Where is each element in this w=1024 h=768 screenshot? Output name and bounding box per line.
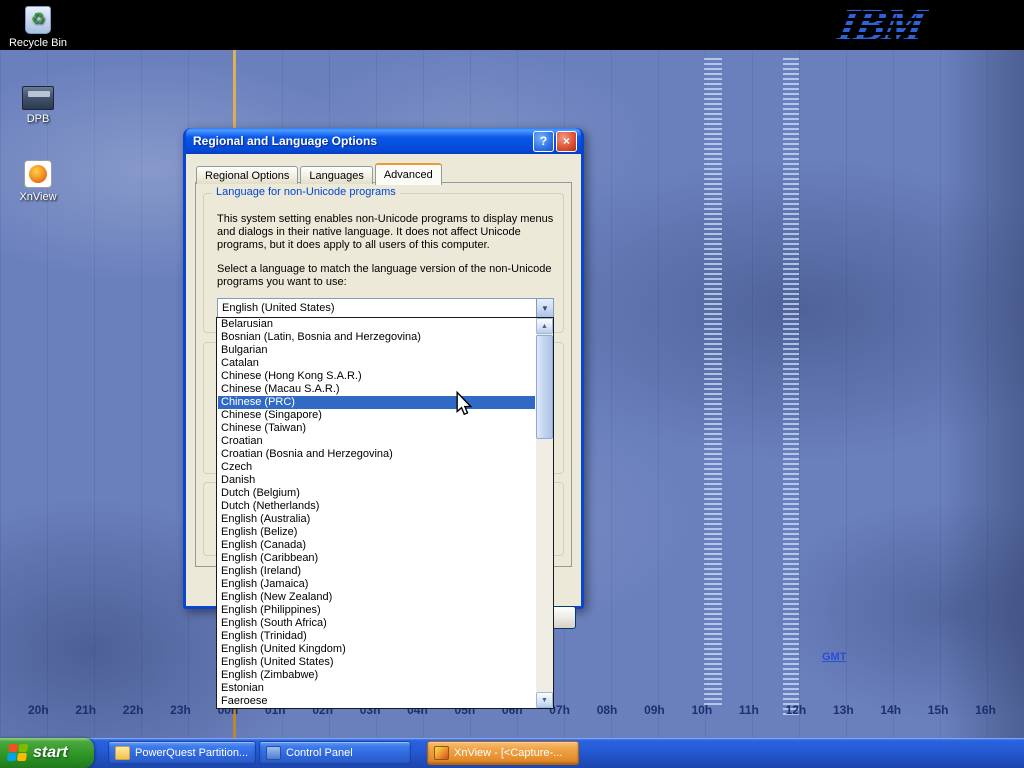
language-option[interactable]: Chinese (Hong Kong S.A.R.) (218, 370, 535, 383)
timezone-hatch-band (783, 58, 799, 718)
select-language-text: Select a language to match the language … (217, 263, 552, 289)
language-option[interactable]: Chinese (PRC) (218, 396, 535, 409)
language-list-items: BelarusianBosnian (Latin, Bosnia and Her… (218, 318, 535, 708)
taskbar-item-xnview[interactable]: XnView - [<Capture-... (427, 741, 579, 765)
taskbar-item-powerquest[interactable]: PowerQuest Partition... (108, 741, 256, 765)
taskbar-item-label: PowerQuest Partition... (135, 747, 248, 759)
tab-advanced[interactable]: Advanced (375, 163, 442, 185)
language-combobox[interactable]: English (United States) ▼ (217, 298, 554, 318)
language-option[interactable]: Croatian (Bosnia and Herzegovina) (218, 448, 535, 461)
language-option[interactable]: English (Zimbabwe) (218, 669, 535, 682)
timezone-label: 08h (597, 703, 618, 717)
dropdown-scrollbar[interactable]: ▲ ▼ (536, 318, 553, 708)
language-option[interactable]: Bosnian (Latin, Bosnia and Herzegovina) (218, 331, 535, 344)
language-option[interactable]: English (Trinidad) (218, 630, 535, 643)
language-option[interactable]: Chinese (Macau S.A.R.) (218, 383, 535, 396)
combobox-value: English (United States) (218, 302, 536, 314)
timezone-label: 13h (833, 703, 854, 717)
icon-label: DPB (0, 113, 76, 125)
timezone-label: 23h (170, 703, 191, 717)
combobox-dropdown-icon[interactable]: ▼ (536, 299, 553, 317)
dialog-title: Regional and Language Options (193, 134, 531, 148)
control-panel-icon (266, 746, 281, 760)
language-dropdown-list: BelarusianBosnian (Latin, Bosnia and Her… (216, 317, 554, 709)
xnview-icon (434, 746, 449, 760)
icon-label: Recycle Bin (0, 37, 76, 49)
language-option[interactable]: Belarusian (218, 318, 535, 331)
description-text: This system setting enables non-Unicode … (217, 213, 553, 252)
gmt-label: GMT (822, 651, 846, 663)
ibm-logo: IBM (821, 0, 942, 50)
desktop-icon-dpb[interactable]: DPB (0, 86, 76, 125)
top-band: IBM (0, 0, 1024, 50)
language-option[interactable]: Chinese (Taiwan) (218, 422, 535, 435)
tab-strip: Regional Options Languages Advanced (196, 163, 444, 184)
scroll-up-icon[interactable]: ▲ (536, 318, 553, 334)
language-option[interactable]: English (South Africa) (218, 617, 535, 630)
language-option[interactable]: English (United States) (218, 656, 535, 669)
timezone-label: 11h (739, 703, 759, 717)
dialog-titlebar[interactable]: Regional and Language Options ? × (186, 128, 581, 154)
language-option[interactable]: Dutch (Belgium) (218, 487, 535, 500)
timezone-label: 21h (75, 703, 96, 717)
language-option[interactable]: Danish (218, 474, 535, 487)
taskbar-item-control-panel[interactable]: Control Panel (259, 741, 411, 765)
timezone-label: 22h (123, 703, 144, 717)
drive-icon (22, 86, 54, 110)
icon-label: XnView (0, 191, 76, 203)
language-option[interactable]: Estonian (218, 682, 535, 695)
taskbar-item-label: Control Panel (286, 747, 353, 759)
desktop-icon-recycle-bin[interactable]: ♻ Recycle Bin (0, 6, 76, 49)
timezone-label: 12h (786, 703, 807, 717)
language-option[interactable]: English (Ireland) (218, 565, 535, 578)
language-option[interactable]: English (New Zealand) (218, 591, 535, 604)
taskbar: start PowerQuest Partition... Control Pa… (0, 738, 1024, 768)
language-option[interactable]: Bulgarian (218, 344, 535, 357)
folder-icon (115, 746, 130, 760)
close-button[interactable]: × (556, 131, 577, 152)
timezone-label: 15h (928, 703, 949, 717)
tab-languages[interactable]: Languages (300, 166, 372, 184)
desktop: GMT 20h21h22h23h00h01h02h03h04h05h06h07h… (0, 0, 1024, 768)
language-option[interactable]: English (Philippines) (218, 604, 535, 617)
language-option[interactable]: English (United Kingdom) (218, 643, 535, 656)
scrollbar-thumb[interactable] (536, 335, 553, 439)
language-option[interactable]: Dutch (Netherlands) (218, 500, 535, 513)
taskbar-item-label: XnView - [<Capture-... (454, 747, 562, 759)
help-button[interactable]: ? (533, 131, 554, 152)
windows-flag-icon (7, 744, 30, 762)
timezone-label: 10h (691, 703, 712, 717)
language-option[interactable]: Catalan (218, 357, 535, 370)
timezone-label: 20h (28, 703, 49, 717)
start-button-label: start (33, 744, 68, 762)
timezone-label: 09h (644, 703, 665, 717)
desktop-icon-xnview[interactable]: XnView (0, 160, 76, 203)
group-title: Language for non-Unicode programs (212, 186, 400, 198)
language-option[interactable]: English (Caribbean) (218, 552, 535, 565)
scroll-down-icon[interactable]: ▼ (536, 692, 553, 708)
tab-regional-options[interactable]: Regional Options (196, 166, 298, 184)
language-option[interactable]: Faeroese (218, 695, 535, 708)
xnview-icon (24, 160, 52, 188)
language-option[interactable]: English (Australia) (218, 513, 535, 526)
language-option[interactable]: Czech (218, 461, 535, 474)
language-option[interactable]: English (Belize) (218, 526, 535, 539)
language-option[interactable]: English (Canada) (218, 539, 535, 552)
recycle-bin-icon: ♻ (25, 6, 51, 34)
timezone-label: 16h (975, 703, 996, 717)
language-option[interactable]: Croatian (218, 435, 535, 448)
language-option[interactable]: Chinese (Singapore) (218, 409, 535, 422)
timezone-hatch-band (704, 58, 722, 708)
start-button[interactable]: start (0, 738, 94, 768)
language-option[interactable]: English (Jamaica) (218, 578, 535, 591)
timezone-label: 14h (880, 703, 901, 717)
